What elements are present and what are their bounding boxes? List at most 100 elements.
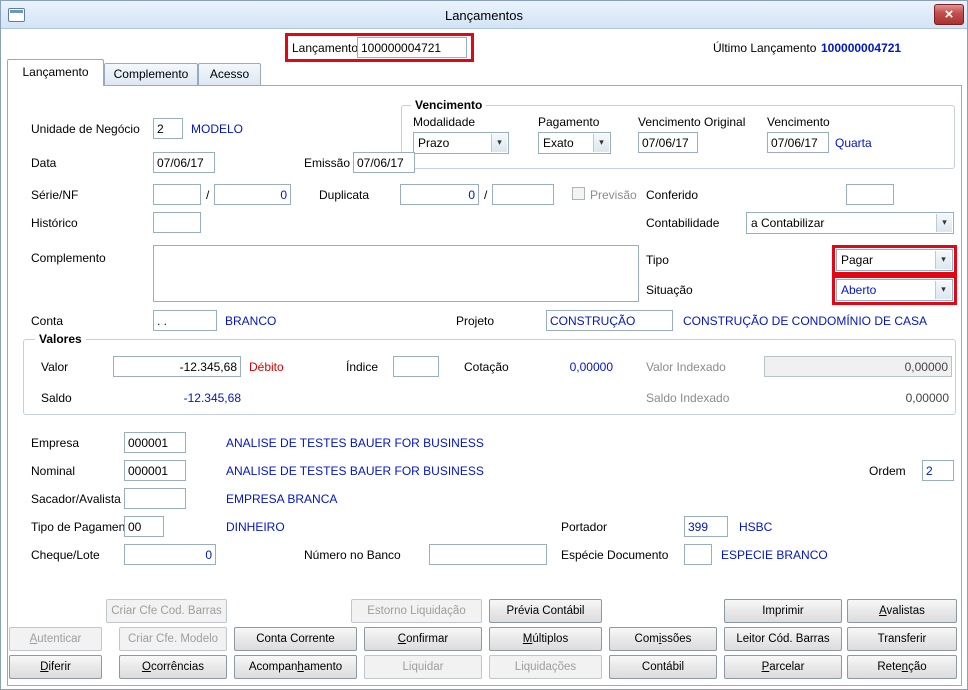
serie-separator: /: [206, 188, 210, 202]
pagamento-label: Pagamento: [538, 115, 600, 129]
valor-input[interactable]: [113, 356, 241, 377]
close-button[interactable]: ×: [934, 4, 964, 25]
valores-group-title: Valores: [35, 332, 86, 346]
tab-complemento[interactable]: Complemento: [104, 63, 198, 85]
data-input[interactable]: [153, 152, 215, 173]
avalistas-button[interactable]: Avalistas: [847, 599, 957, 623]
tab-acesso[interactable]: Acesso: [198, 63, 261, 85]
vencimento-original-input[interactable]: [638, 132, 698, 153]
diferir-button[interactable]: Diferir: [9, 655, 102, 679]
unidade-negocio-desc: MODELO: [191, 122, 244, 136]
parcelar-button[interactable]: Parcelar: [724, 655, 842, 679]
indice-input[interactable]: [393, 356, 439, 377]
nominal-desc: ANALISE DE TESTES BAUER FOR BUSINESS: [226, 464, 484, 478]
vencimento-weekday: Quarta: [835, 136, 872, 150]
contabilidade-select[interactable]: a Contabilizar ▾: [746, 212, 954, 234]
projeto-input[interactable]: [546, 310, 673, 331]
sacador-avalista-label: Sacador/Avalista: [31, 492, 121, 506]
unidade-negocio-input[interactable]: [153, 118, 183, 139]
acompanhamento-button[interactable]: Acompanhamento: [234, 655, 357, 679]
duplicata-separator: /: [484, 188, 488, 202]
portador-input[interactable]: [684, 516, 728, 537]
contabil-button[interactable]: Contábil: [609, 655, 717, 679]
chevron-down-icon: ▾: [593, 134, 609, 152]
retencao-button[interactable]: Retenção: [847, 655, 957, 679]
complemento-textarea[interactable]: [153, 245, 639, 302]
multiplos-button[interactable]: Múltiplos: [489, 627, 602, 651]
conferido-input[interactable]: [846, 184, 894, 205]
empresa-desc: ANALISE DE TESTES BAUER FOR BUSINESS: [226, 436, 484, 450]
emissao-label: Emissão: [304, 156, 351, 170]
tipo-pagamento-label: Tipo de Pagamento: [31, 520, 136, 534]
chevron-down-icon: ▾: [936, 214, 952, 232]
leitor-cod-barras-button[interactable]: Leitor Cód. Barras: [724, 627, 842, 651]
modalidade-label: Modalidade: [413, 115, 476, 129]
historico-input[interactable]: [153, 212, 201, 233]
indice-label: Índice: [346, 360, 379, 374]
previa-contabil-button[interactable]: Prévia Contábil: [489, 599, 602, 623]
criar-cfe-modelo-button: Criar Cfe. Modelo: [119, 627, 227, 651]
saldo-label: Saldo: [41, 391, 72, 405]
chevron-down-icon: ▾: [935, 251, 951, 269]
ordem-label: Ordem: [869, 464, 906, 478]
previsao-label: Previsão: [590, 188, 637, 202]
liquidar-button: Liquidar: [364, 655, 482, 679]
conta-input[interactable]: [153, 310, 217, 331]
complemento-label: Complemento: [31, 251, 106, 265]
cheque-lote-input[interactable]: [124, 544, 216, 565]
comissoes-button[interactable]: Comissões: [609, 627, 717, 651]
liquidacoes-button: Liquidações: [489, 655, 602, 679]
tab-lancamento[interactable]: Lançamento: [7, 59, 104, 86]
duplicata-input[interactable]: [400, 184, 479, 205]
situacao-select[interactable]: Aberto ▾: [836, 279, 953, 301]
saldo-indexado-value: 0,00000: [905, 391, 949, 405]
previsao-checkbox[interactable]: [572, 187, 585, 200]
tipo-value: Pagar: [841, 253, 874, 267]
contabilidade-label: Contabilidade: [646, 216, 720, 230]
duplicata-suffix-input[interactable]: [492, 184, 554, 205]
valor-label: Valor: [41, 360, 69, 374]
tipo-pagamento-desc: DINHEIRO: [226, 520, 285, 534]
vencimento-input[interactable]: [767, 132, 829, 153]
vencimento-group-title: Vencimento: [411, 98, 487, 112]
empresa-input[interactable]: [124, 432, 186, 453]
conta-corrente-button[interactable]: Conta Corrente: [234, 627, 357, 651]
pagamento-select[interactable]: Exato ▾: [538, 132, 611, 154]
especie-documento-label: Espécie Documento: [561, 548, 669, 562]
especie-documento-input[interactable]: [684, 544, 712, 565]
ordem-input[interactable]: [922, 460, 954, 481]
sacador-avalista-input[interactable]: [124, 488, 186, 509]
cotacao-value: 0,00000: [569, 360, 613, 374]
nominal-input[interactable]: [124, 460, 186, 481]
unidade-negocio-label: Unidade de Negócio: [31, 122, 140, 136]
cotacao-label: Cotação: [464, 360, 509, 374]
lancamento-input[interactable]: [357, 37, 467, 58]
emissao-input[interactable]: [353, 152, 415, 173]
numero-banco-input[interactable]: [429, 544, 547, 565]
criar-cfe-cod-barras-button: Criar Cfe Cod. Barras: [106, 599, 227, 623]
chevron-down-icon: ▾: [491, 134, 507, 152]
serie-nf-input[interactable]: [153, 184, 201, 205]
modalidade-select[interactable]: Prazo ▾: [413, 132, 509, 154]
valor-flag: Débito: [249, 360, 284, 374]
pagamento-value: Exato: [543, 136, 574, 150]
historico-label: Histórico: [31, 216, 78, 230]
empresa-label: Empresa: [31, 436, 80, 450]
confirmar-button[interactable]: Confirmar: [364, 627, 482, 651]
conta-desc: BRANCO: [225, 314, 277, 328]
modalidade-value: Prazo: [418, 136, 450, 150]
cheque-lote-label: Cheque/Lote: [31, 548, 100, 562]
portador-label: Portador: [561, 520, 608, 534]
vencimento-label: Vencimento: [767, 115, 830, 129]
transferir-button[interactable]: Transferir: [847, 627, 957, 651]
estorno-liquidacao-button: Estorno Liquidação: [351, 599, 482, 623]
tipo-pagamento-input[interactable]: [124, 516, 164, 537]
imprimir-button[interactable]: Imprimir: [724, 599, 842, 623]
autenticar-button: Autenticar: [9, 627, 102, 651]
valor-indexado-input: [764, 356, 952, 377]
ocorrencias-button[interactable]: Ocorrências: [119, 655, 227, 679]
ultimo-lancamento-value: 100000004721: [821, 41, 902, 55]
tipo-select[interactable]: Pagar ▾: [836, 249, 953, 271]
serie-nf-number-input[interactable]: [214, 184, 291, 205]
tipo-label: Tipo: [646, 253, 669, 267]
